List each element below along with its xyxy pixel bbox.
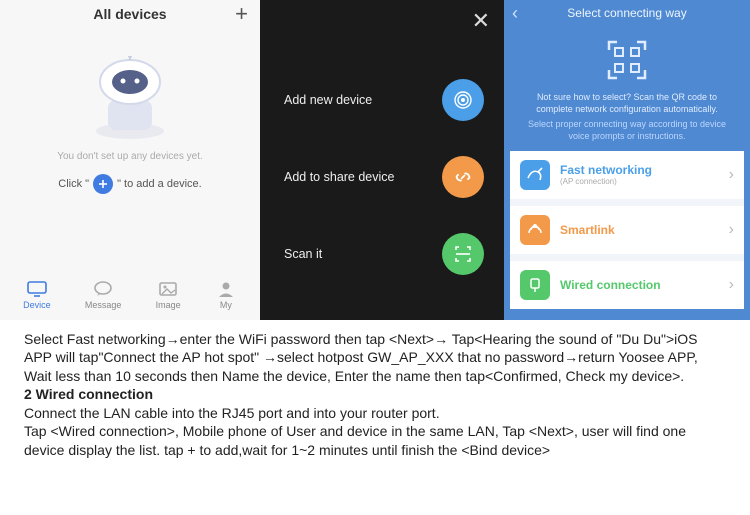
qr-help-text: Not sure how to select? Scan the QR code… <box>504 92 750 115</box>
scan-it-row[interactable]: Scan it <box>284 233 484 275</box>
close-icon[interactable]: ✕ <box>472 8 490 34</box>
bottom-tabs: Device Message Image My <box>0 276 260 314</box>
back-icon[interactable]: ‹ <box>512 3 518 24</box>
robot-illustration <box>75 56 185 141</box>
select-help-text: Select proper connecting way according t… <box>504 115 750 150</box>
instructions-text: Select Fast networking→enter the WiFi pa… <box>0 320 750 469</box>
tab-image-label: Image <box>156 300 181 310</box>
screenshots-row: All devices + You don't set up any devic… <box>0 0 750 320</box>
wired-connection-title: Wired connection <box>560 278 729 292</box>
screen-devices: All devices + You don't set up any devic… <box>0 0 260 320</box>
screen-add-menu: ✕ Add new device Add to share device Sca… <box>260 0 504 320</box>
add-share-device-label: Add to share device <box>284 170 395 184</box>
add-device-hint: Click " " to add a device. <box>0 174 260 194</box>
tab-my[interactable]: My <box>215 280 237 310</box>
tab-message-label: Message <box>85 300 122 310</box>
add-menu-header: ✕ <box>260 0 504 34</box>
fast-networking-item[interactable]: Fast networking (AP connection) › <box>510 151 744 199</box>
wired-connection-item[interactable]: Wired connection › <box>510 261 744 309</box>
add-new-device-row[interactable]: Add new device <box>284 79 484 121</box>
add-device-blue-button[interactable] <box>93 174 113 194</box>
smartlink-item[interactable]: Smartlink › <box>510 206 744 254</box>
scan-icon <box>442 233 484 275</box>
smartlink-title: Smartlink <box>560 223 729 237</box>
smartlink-text: Smartlink <box>560 223 729 237</box>
screen-connecting-way: ‹ Select connecting way Not sure how to … <box>504 0 750 320</box>
devices-body: You don't set up any devices yet. Click … <box>0 28 260 194</box>
empty-devices-msg: You don't set up any devices yet. <box>0 151 260 162</box>
instructions-p3: Tap <Wired connection>, Mobile phone of … <box>24 422 726 459</box>
message-icon <box>92 280 114 298</box>
chevron-right-icon: › <box>729 276 734 294</box>
connecting-title: Select connecting way <box>567 6 686 20</box>
tab-my-label: My <box>215 300 237 310</box>
device-icon <box>26 280 48 298</box>
scan-it-label: Scan it <box>284 247 322 261</box>
qr-code-icon[interactable] <box>603 36 651 84</box>
instructions-p2: Connect the LAN cable into the RJ45 port… <box>24 404 726 422</box>
smartlink-icon <box>520 215 550 245</box>
wifi-signal-icon <box>442 79 484 121</box>
image-icon <box>157 280 179 298</box>
chevron-right-icon: › <box>729 221 734 239</box>
wired-connection-text: Wired connection <box>560 278 729 292</box>
chevron-right-icon: › <box>729 166 734 184</box>
wired-connection-icon <box>520 270 550 300</box>
link-icon <box>442 156 484 198</box>
tab-device-label: Device <box>23 300 51 310</box>
add-menu-body: Add new device Add to share device Scan … <box>260 34 504 320</box>
add-new-device-label: Add new device <box>284 93 372 107</box>
instructions-heading-wired: 2 Wired connection <box>24 385 726 403</box>
add-share-device-row[interactable]: Add to share device <box>284 156 484 198</box>
hint-post: " to add a device. <box>117 178 202 190</box>
fast-networking-text: Fast networking (AP connection) <box>560 163 729 186</box>
devices-title: All devices <box>93 6 166 22</box>
hint-pre: Click " <box>58 178 89 190</box>
fast-networking-icon <box>520 160 550 190</box>
add-device-plus-button[interactable]: + <box>235 1 248 27</box>
fast-networking-title: Fast networking <box>560 163 729 177</box>
connecting-header: ‹ Select connecting way <box>504 0 750 26</box>
my-icon <box>215 280 237 298</box>
devices-header: All devices + <box>0 0 260 28</box>
tab-message[interactable]: Message <box>85 280 122 310</box>
fast-networking-sub: (AP connection) <box>560 177 729 186</box>
tab-device[interactable]: Device <box>23 280 51 310</box>
tab-image[interactable]: Image <box>156 280 181 310</box>
connecting-options-list: Fast networking (AP connection) › Smartl… <box>510 151 744 309</box>
instructions-p1: Select Fast networking→enter the WiFi pa… <box>24 330 726 385</box>
